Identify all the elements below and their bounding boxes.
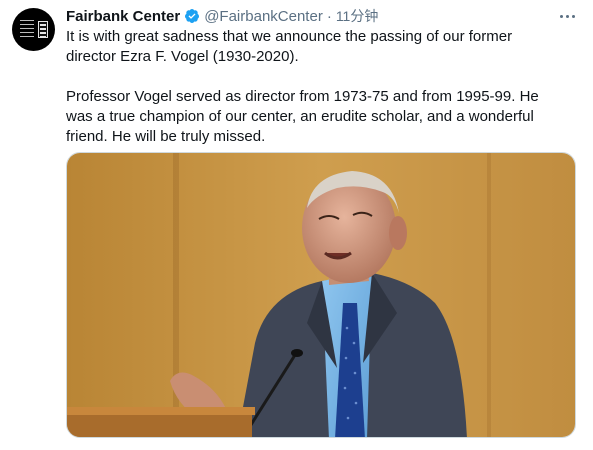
tweet: Fairbank Center @FairbankCenter · 11分钟 I… <box>0 0 593 450</box>
tweet-timestamp[interactable]: 11分钟 <box>336 6 379 26</box>
tweet-text: It is with great sadness that we announc… <box>66 27 566 147</box>
author-handle[interactable]: @FairbankCenter <box>204 8 323 25</box>
tweet-paragraph: It is with great sadness that we announc… <box>66 28 513 65</box>
avatar[interactable] <box>12 8 55 51</box>
separator-dot: · <box>326 7 332 25</box>
tweet-paragraph: Professor Vogel served as director from … <box>66 88 539 145</box>
avatar-logo-lines <box>20 20 34 40</box>
tweet-photo[interactable] <box>66 152 576 438</box>
verified-badge-icon <box>185 9 200 23</box>
tweet-header: Fairbank Center @FairbankCenter · 11分钟 <box>66 6 585 26</box>
speaker-photo <box>67 153 575 437</box>
avatar-logo-seal <box>38 21 48 38</box>
more-options-icon[interactable] <box>555 6 579 26</box>
author-name[interactable]: Fairbank Center <box>66 8 180 25</box>
